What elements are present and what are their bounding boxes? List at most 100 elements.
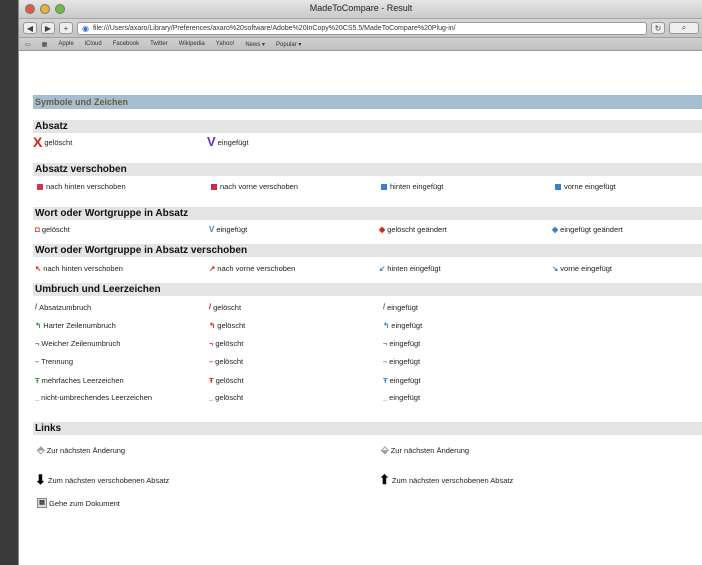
arrow-up-icon: ⬆	[379, 472, 390, 487]
break-row-deleted: Ŧgelöscht	[209, 376, 244, 385]
link-next-moved-1[interactable]: ⬇ Zum nächsten verschobenen Absatz	[35, 472, 169, 488]
document-icon: ▤	[37, 498, 47, 508]
hyphen-deleted-icon: –	[209, 357, 214, 366]
legend-back-inserted: hinten eingefügt	[381, 182, 443, 191]
nonbreaking-space-icon: _	[35, 393, 40, 402]
nonbreaking-space-deleted-icon: _	[209, 393, 214, 402]
legend-word-moved-forward: ↗ nach vorne verschoben	[209, 264, 296, 273]
link-next-change-1[interactable]: ⬘ Zur nächsten Änderung	[37, 445, 125, 456]
add-bookmark-button[interactable]: +	[59, 22, 73, 34]
legend-word-deleted-changed: ◆ gelöscht geändert	[379, 225, 447, 234]
next-change-icon: ⬙	[381, 445, 389, 456]
word-front-inserted-icon: ↘	[552, 264, 559, 273]
multiple-space-icon: Ŧ	[35, 376, 40, 385]
link-goto-document[interactable]: ▤ Gehe zum Dokument	[37, 498, 120, 508]
section-absatz: Absatz	[33, 120, 702, 133]
browser-window: MadeToCompare - Result ◀ ▶ + ◉ file:///U…	[18, 0, 702, 565]
section-wort: Wort oder Wortgruppe in Absatz	[33, 207, 702, 220]
legend-moved-back: nach hinten verschoben	[37, 182, 126, 191]
section-umbruch: Umbruch und Leerzeichen	[33, 283, 702, 296]
reload-icon: ↻	[654, 23, 662, 33]
break-row-deleted: _ gelöscht	[209, 393, 244, 402]
break-row-inserted: 𝐼eingefügt	[383, 302, 418, 312]
break-row-inserted: _ eingefügt	[383, 393, 421, 402]
bookmark-twitter[interactable]: Twitter	[150, 41, 168, 47]
break-row-label: _ nicht-umbrechendes Leerzeichen	[35, 393, 153, 402]
hard-line-break-deleted-icon: ↰	[209, 321, 216, 330]
hyphen-icon: –	[35, 357, 40, 366]
word-inserted-icon: V	[209, 225, 215, 234]
hard-line-break-inserted-icon: ↰	[383, 321, 390, 330]
break-row-inserted: Ŧeingefügt	[383, 376, 421, 385]
legend-absatz-inserted: V eingefügt	[207, 134, 249, 149]
multiple-space-deleted-icon: Ŧ	[209, 376, 214, 385]
paragraph-break-deleted-icon: 𝐼	[209, 302, 212, 311]
legend-word-inserted: V eingefügt	[209, 225, 248, 234]
break-row-inserted: – eingefügt	[383, 357, 421, 366]
break-row-label: ¬ Weicher Zeilenumbruch	[35, 339, 121, 348]
forward-button[interactable]: ▶	[41, 22, 55, 34]
break-row-deleted: ↰ gelöscht	[209, 321, 246, 330]
nonbreaking-space-inserted-icon: _	[383, 393, 388, 402]
bookmark-wikipedia[interactable]: Wikipedia	[179, 41, 205, 47]
soft-line-break-inserted-icon: ¬	[383, 339, 388, 348]
search-icon: ⌕	[681, 23, 687, 32]
soft-line-break-deleted-icon: ¬	[209, 339, 214, 348]
moved-back-paragraph-icon	[37, 183, 43, 190]
legend-absatz-deleted: X gelöscht	[33, 134, 73, 150]
bookmark-facebook[interactable]: Facebook	[113, 41, 139, 47]
toolbar: ◀ ▶ + ◉ file:///Users/axaro/Library/Pref…	[19, 19, 702, 38]
legend-word-front-inserted: ↘ vorne eingefügt	[552, 264, 613, 273]
word-back-inserted-icon: ↙	[379, 264, 386, 273]
bookmark-popular[interactable]: Popular ▾	[276, 41, 301, 48]
legend-word-deleted: ◘ gelöscht	[35, 225, 70, 234]
search-field[interactable]: ⌕	[669, 22, 699, 34]
legend-word-back-inserted: ↙ hinten eingefügt	[379, 264, 441, 273]
window-title: MadeToCompare - Result	[309, 3, 413, 13]
forward-arrow-icon: ▶	[44, 23, 52, 33]
multiple-space-inserted-icon: Ŧ	[383, 376, 388, 385]
bookmark-news[interactable]: News ▾	[245, 41, 265, 48]
section-absatz-verschoben: Absatz verschoben	[33, 163, 702, 176]
bookmark-icloud[interactable]: iCloud	[85, 41, 102, 47]
bookmark-yahoo[interactable]: Yahoo!	[216, 41, 235, 47]
legend-moved-forward: nach vorne verschoben	[211, 182, 298, 191]
legend-word-inserted-changed: ◆ eingefügt geändert	[552, 225, 623, 234]
paragraph-break-inserted-icon: 𝐼	[383, 302, 386, 311]
break-row-label: Ŧmehrfaches Leerzeichen	[35, 376, 124, 385]
break-row-inserted: ↰ eingefügt	[383, 321, 423, 330]
section-wort-verschoben: Wort oder Wortgruppe in Absatz verschobe…	[33, 244, 702, 257]
bookmark-apple[interactable]: Apple	[58, 41, 73, 47]
back-button[interactable]: ◀	[23, 22, 37, 34]
address-bar[interactable]: ◉ file:///Users/axaro/Library/Preference…	[77, 21, 647, 35]
legend-front-inserted: vorne eingefügt	[555, 182, 616, 191]
break-row-inserted: ¬ eingefügt	[383, 339, 421, 348]
inserted-v-icon: V	[207, 134, 216, 149]
break-row-label: ↰ Harter Zeilenumbruch	[35, 321, 116, 330]
reload-button[interactable]: ↻	[651, 22, 665, 34]
break-row-deleted: 𝐼gelöscht	[209, 302, 242, 312]
break-row-label: – Trennung	[35, 357, 73, 366]
back-inserted-paragraph-icon	[381, 183, 387, 190]
link-next-moved-2[interactable]: ⬆ Zum nächsten verschobenen Absatz	[379, 472, 513, 488]
word-inserted-changed-icon: ◆	[552, 225, 559, 234]
paragraph-break-icon: 𝐼	[35, 302, 38, 311]
soft-line-break-icon: ¬	[35, 339, 40, 348]
word-deleted-changed-icon: ◆	[379, 225, 386, 234]
link-next-change-2[interactable]: ⬙ Zur nächsten Änderung	[381, 445, 469, 456]
break-row-label: 𝐼 Absatzumbruch	[35, 302, 92, 312]
title-bar: MadeToCompare - Result	[19, 0, 702, 19]
reading-list-icon[interactable]: ▭	[25, 41, 31, 48]
globe-icon: ◉	[82, 23, 89, 33]
top-sites-icon[interactable]: ▦	[42, 41, 48, 48]
plus-icon: +	[63, 23, 69, 33]
word-moved-forward-icon: ↗	[209, 264, 216, 273]
word-moved-back-icon: ↖	[35, 264, 42, 273]
url-text: file:///Users/axaro/Library/Preferences/…	[92, 24, 456, 32]
break-row-deleted: ¬ gelöscht	[209, 339, 244, 348]
next-change-icon: ⬘	[37, 445, 45, 456]
word-deleted-icon: ◘	[35, 225, 40, 234]
deleted-x-icon: X	[33, 134, 43, 150]
back-arrow-icon: ◀	[26, 23, 34, 33]
legend-word-moved-back: ↖ nach hinten verschoben	[35, 264, 123, 273]
